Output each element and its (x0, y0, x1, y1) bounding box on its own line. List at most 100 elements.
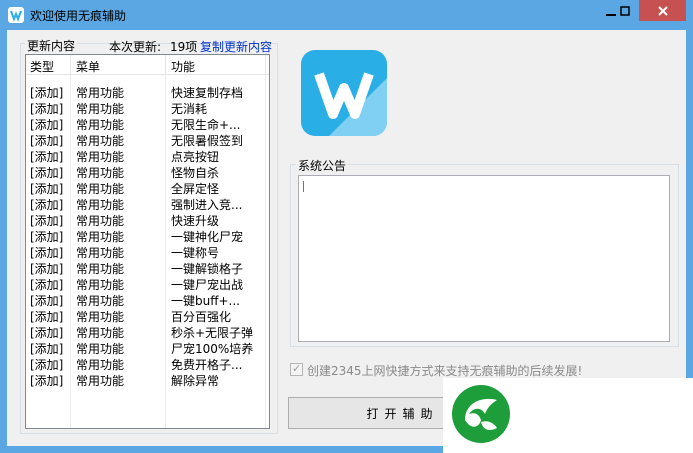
column-header-feature[interactable]: 功能 (171, 58, 195, 75)
leaf-logo-icon (452, 385, 510, 443)
cell-feature: 强制进入竞... (171, 198, 243, 212)
cell-type: [添加] (30, 246, 64, 260)
cell-type: [添加] (30, 134, 64, 148)
cell-type: [添加] (30, 358, 64, 372)
cell-type: [添加] (30, 198, 64, 212)
cell-menu: 常用功能 (76, 182, 125, 196)
cell-feature: 快速升级 (171, 214, 220, 228)
cell-menu: 常用功能 (76, 166, 125, 180)
list-header: 类型 菜单 功能 (26, 55, 269, 75)
cell-feature: 无消耗 (171, 102, 208, 116)
watermark-overlay (443, 378, 693, 453)
updates-group-label: 更新内容 (25, 37, 78, 54)
cell-type: [添加] (30, 342, 64, 356)
cell-feature: 免费开格子... (171, 358, 243, 372)
list-item[interactable]: [添加] 常用功能 解除异常 (26, 372, 269, 388)
list-item[interactable]: [添加] 常用功能 秒杀+无限子弹 (26, 324, 269, 340)
cell-menu: 常用功能 (76, 230, 125, 244)
list-item[interactable]: [添加] 常用功能 快速升级 (26, 212, 269, 228)
cell-feature: 一键解锁格子 (171, 262, 244, 276)
cell-type: [添加] (30, 326, 64, 340)
cell-type: [添加] (30, 374, 64, 388)
column-header-menu[interactable]: 菜单 (76, 58, 100, 75)
list-item[interactable]: [添加] 常用功能 一键解锁格子 (26, 260, 269, 276)
checkmark-icon: ✓ (292, 362, 302, 375)
column-divider[interactable] (70, 55, 71, 75)
list-item[interactable]: [添加] 常用功能 强制进入竞... (26, 196, 269, 212)
window-title: 欢迎使用无痕辅助 (30, 9, 127, 23)
updates-list[interactable]: 类型 菜单 功能 [添加] 常用功能 快速复制存档 [添加] 常用功能 无消耗 [添加] 常用… (25, 54, 270, 429)
cell-menu: 常用功能 (76, 342, 125, 356)
cell-type: [添加] (30, 118, 64, 132)
list-item[interactable]: [添加] 常用功能 免费开格子... (26, 356, 269, 372)
cell-type: [添加] (30, 278, 64, 292)
cell-feature: 一键称号 (171, 246, 220, 260)
list-item[interactable]: [添加] 常用功能 百分百强化 (26, 308, 269, 324)
cell-feature: 秒杀+无限子弹 (171, 326, 254, 340)
cell-menu: 常用功能 (76, 358, 125, 372)
cell-feature: 一键尸宠出战 (171, 278, 244, 292)
cell-menu: 常用功能 (76, 374, 125, 388)
cell-menu: 常用功能 (76, 262, 125, 276)
close-button[interactable] (639, 0, 686, 21)
cell-menu: 常用功能 (76, 278, 125, 292)
list-item[interactable]: [添加] 常用功能 无限暑假签到 (26, 132, 269, 148)
list-item[interactable]: [添加] 常用功能 无消耗 (26, 100, 269, 116)
cell-type: [添加] (30, 214, 64, 228)
maximize-icon (620, 5, 630, 16)
w-logo-icon (314, 72, 387, 136)
cell-type: [添加] (30, 166, 64, 180)
list-item[interactable]: [添加] 常用功能 点亮按钮 (26, 148, 269, 164)
cell-menu: 常用功能 (76, 214, 125, 228)
cell-feature: 无限生命+... (171, 118, 241, 132)
announcement-label: 系统公告 (296, 157, 349, 174)
column-divider[interactable] (165, 55, 166, 75)
cell-menu: 常用功能 (76, 118, 125, 132)
list-item[interactable]: [添加] 常用功能 一键buff+... (26, 292, 269, 308)
update-count-label: 本次更新: (109, 40, 162, 54)
list-item[interactable]: [添加] 常用功能 尸宠100%培养 (26, 340, 269, 356)
cell-type: [添加] (30, 310, 64, 324)
cell-menu: 常用功能 (76, 246, 125, 260)
maximize-button[interactable] (612, 0, 638, 21)
cell-feature: 尸宠100%培养 (171, 342, 254, 356)
list-item[interactable]: [添加] 常用功能 快速复制存档 (26, 84, 269, 100)
cell-type: [添加] (30, 86, 64, 100)
cell-menu: 常用功能 (76, 198, 125, 212)
list-item[interactable]: [添加] 常用功能 无限生命+... (26, 116, 269, 132)
cell-menu: 常用功能 (76, 326, 125, 340)
cell-menu: 常用功能 (76, 102, 125, 116)
shortcut-checkbox[interactable]: ✓ (290, 362, 303, 376)
column-divider[interactable] (265, 55, 266, 75)
list-item[interactable]: [添加] 常用功能 全屏定怪 (26, 180, 269, 196)
title-bar[interactable]: 欢迎使用无痕辅助 (0, 0, 693, 30)
list-item[interactable]: [添加] 常用功能 一键尸宠出战 (26, 276, 269, 292)
cell-feature: 一键神化尸宠 (171, 230, 244, 244)
cell-type: [添加] (30, 150, 64, 164)
cell-feature: 点亮按钮 (171, 150, 220, 164)
cell-menu: 常用功能 (76, 86, 125, 100)
cell-menu: 常用功能 (76, 150, 125, 164)
cell-type: [添加] (30, 230, 64, 244)
list-rows: [添加] 常用功能 快速复制存档 [添加] 常用功能 无消耗 [添加] 常用功能 无限生命+..… (26, 84, 269, 388)
cell-type: [添加] (30, 262, 64, 276)
cell-feature: 一键buff+... (171, 294, 240, 308)
cell-type: [添加] (30, 182, 64, 196)
cell-menu: 常用功能 (76, 310, 125, 324)
list-item[interactable]: [添加] 常用功能 一键神化尸宠 (26, 228, 269, 244)
cell-type: [添加] (30, 294, 64, 308)
cell-feature: 怪物自杀 (171, 166, 220, 180)
cell-feature: 百分百强化 (171, 310, 232, 324)
cell-menu: 常用功能 (76, 134, 125, 148)
cell-feature: 全屏定怪 (171, 182, 220, 196)
list-item[interactable]: [添加] 常用功能 一键称号 (26, 244, 269, 260)
list-item[interactable]: [添加] 常用功能 怪物自杀 (26, 164, 269, 180)
cell-feature: 解除异常 (171, 374, 220, 388)
shortcut-checkbox-label[interactable]: 创建2345上网快捷方式来支持无痕辅助的后续发展! (307, 362, 582, 379)
announcement-textbox[interactable] (298, 175, 670, 342)
app-logo-icon (8, 7, 24, 23)
copy-updates-link[interactable]: 复制更新内容 (200, 38, 272, 55)
column-header-type[interactable]: 类型 (30, 58, 54, 75)
update-count-value: 19项 (170, 40, 198, 54)
text-caret (303, 181, 304, 192)
